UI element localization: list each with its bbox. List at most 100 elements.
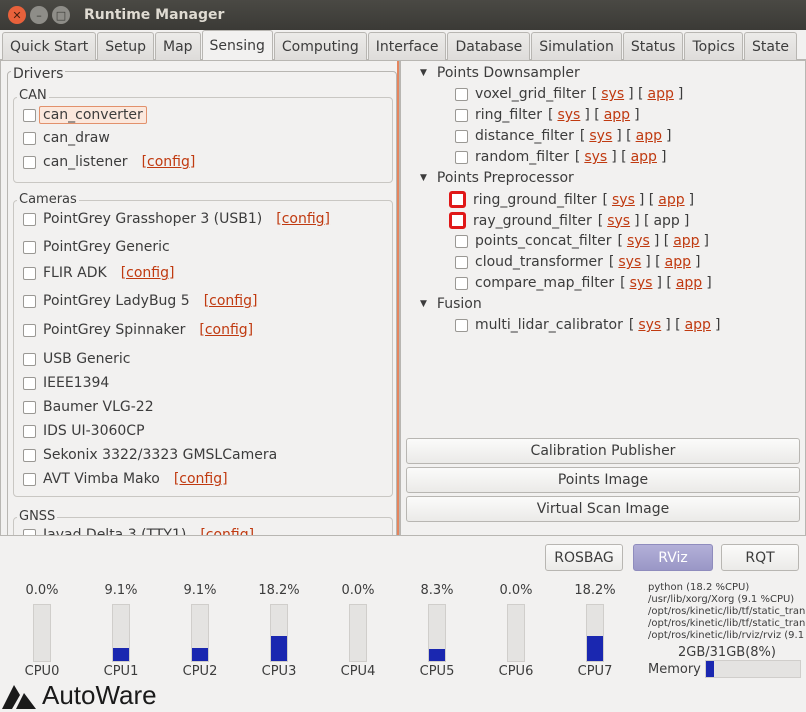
config-link[interactable]: [config] <box>276 211 330 227</box>
app-link[interactable]: app <box>673 233 699 249</box>
bracket-open: [ <box>602 191 608 208</box>
driver-checkbox[interactable] <box>23 472 36 486</box>
sys-link[interactable]: sys <box>638 317 661 333</box>
bracket-separator: ] [ <box>611 149 627 165</box>
node-checkbox[interactable] <box>449 191 466 208</box>
sys-link[interactable]: sys <box>589 128 612 144</box>
sys-link[interactable]: sys <box>612 192 635 208</box>
minimize-icon[interactable]: – <box>30 6 48 24</box>
node-checkbox[interactable] <box>455 129 468 143</box>
driver-checkbox[interactable] <box>23 266 36 280</box>
rqt-button[interactable]: RQT <box>721 544 799 571</box>
app-link[interactable]: app <box>604 107 630 123</box>
tab-status[interactable]: Status <box>622 32 684 60</box>
driver-checkbox[interactable] <box>23 376 36 390</box>
config-link[interactable]: [config] <box>199 322 253 338</box>
app-link[interactable]: app <box>685 317 711 333</box>
tab-sensing[interactable]: Sensing <box>201 30 273 61</box>
app-link[interactable]: app <box>665 254 691 270</box>
config-link[interactable]: [config] <box>142 154 196 170</box>
close-icon[interactable]: ✕ <box>8 6 26 24</box>
tab-map[interactable]: Map <box>155 32 201 60</box>
app-link[interactable]: app <box>676 275 702 291</box>
tab-interface[interactable]: Interface <box>367 32 447 60</box>
cameras-label: Cameras <box>17 192 79 207</box>
driver-checkbox[interactable] <box>23 131 36 145</box>
tab-setup[interactable]: Setup <box>97 32 154 60</box>
app-link[interactable]: app <box>658 192 684 208</box>
node-checkbox[interactable] <box>455 255 468 269</box>
sys-link[interactable]: sys <box>601 86 624 102</box>
config-link[interactable]: [config] <box>174 471 228 487</box>
node-checkbox[interactable] <box>455 276 468 290</box>
points-image-button[interactable]: Points Image <box>406 467 800 493</box>
driver-checkbox[interactable] <box>23 294 36 308</box>
sys-link[interactable]: sys <box>557 107 580 123</box>
driver-row: IEEE1394 <box>23 375 109 391</box>
tab-database[interactable]: Database <box>447 32 531 60</box>
driver-checkbox[interactable] <box>23 155 36 169</box>
tab-topics[interactable]: Topics <box>684 32 743 60</box>
app-link[interactable]: app <box>653 213 679 229</box>
sys-link[interactable]: sys <box>584 149 607 165</box>
memory-value: 2GB/31GB(8%) <box>678 645 776 660</box>
driver-row: FLIR ADK [config] <box>23 265 174 281</box>
tab-quick-start[interactable]: Quick Start <box>2 32 97 60</box>
rviz-button[interactable]: RViz <box>633 544 713 571</box>
autoware-logo-mark <box>2 684 36 709</box>
cpu-value: 18.2% <box>258 583 300 598</box>
app-link[interactable]: app <box>647 86 673 102</box>
bracket-open: [ <box>620 275 626 291</box>
config-link[interactable]: [config] <box>204 293 258 309</box>
tree-node: ray_ground_filter [sys] [app] <box>449 212 689 229</box>
bracket-separator: ] [ <box>653 233 670 249</box>
driver-checkbox[interactable] <box>23 528 36 535</box>
expand-triangle-icon[interactable]: ▼ <box>420 299 427 309</box>
node-checkbox[interactable] <box>455 108 468 122</box>
driver-checkbox[interactable] <box>23 448 36 462</box>
sys-link[interactable]: sys <box>627 233 650 249</box>
driver-row: Sekonix 3322/3323 GMSLCamera <box>23 447 277 463</box>
drivers-label: Drivers <box>11 66 66 82</box>
bracket-open: [ <box>597 212 604 229</box>
bracket-close: ] <box>695 254 701 270</box>
driver-checkbox[interactable] <box>23 323 36 337</box>
cpu-meter: 8.3% CPU5 <box>407 583 467 679</box>
driver-checkbox[interactable] <box>23 352 36 366</box>
driver-checkbox[interactable] <box>23 424 36 438</box>
app-link[interactable]: app <box>636 128 662 144</box>
driver-name: PointGrey Grasshoper 3 (USB1) <box>43 211 263 227</box>
sys-link[interactable]: sys <box>607 213 630 229</box>
sys-link[interactable]: sys <box>618 254 641 270</box>
node-checkbox[interactable] <box>455 150 468 164</box>
node-checkbox[interactable] <box>455 87 468 101</box>
expand-triangle-icon[interactable]: ▼ <box>420 68 427 78</box>
tab-simulation[interactable]: Simulation <box>531 32 622 60</box>
tab-state[interactable]: State <box>743 32 798 60</box>
rosbag-button[interactable]: ROSBAG <box>545 544 623 571</box>
cpu-value: 9.1% <box>183 583 217 598</box>
node-checkbox[interactable] <box>455 318 468 332</box>
driver-row: IDS UI-3060CP <box>23 423 145 439</box>
maximize-icon[interactable]: □ <box>52 6 70 24</box>
driver-checkbox[interactable] <box>23 212 36 226</box>
bracket-close: ] <box>677 86 684 102</box>
calibration-publisher-button[interactable]: Calibration Publisher <box>406 438 800 464</box>
driver-checkbox[interactable] <box>23 108 36 122</box>
config-link[interactable]: [config] <box>121 265 175 281</box>
memory-label: Memory <box>648 662 701 677</box>
virtual-scan-image-button[interactable]: Virtual Scan Image <box>406 496 800 522</box>
driver-checkbox[interactable] <box>23 240 36 254</box>
node-checkbox[interactable] <box>449 212 466 229</box>
driver-name: USB Generic <box>43 351 131 367</box>
sys-link[interactable]: sys <box>630 275 653 291</box>
node-checkbox[interactable] <box>455 234 468 248</box>
tab-computing[interactable]: Computing <box>273 32 367 60</box>
app-link[interactable]: app <box>631 149 657 165</box>
tree-group[interactable]: ▼ Points Preprocessor <box>420 170 574 186</box>
tree-group[interactable]: ▼ Points Downsampler <box>420 65 580 81</box>
expand-triangle-icon[interactable]: ▼ <box>420 173 427 183</box>
config-link[interactable]: [config] <box>200 527 254 535</box>
driver-checkbox[interactable] <box>23 400 36 414</box>
tree-group[interactable]: ▼ Fusion <box>420 296 482 312</box>
